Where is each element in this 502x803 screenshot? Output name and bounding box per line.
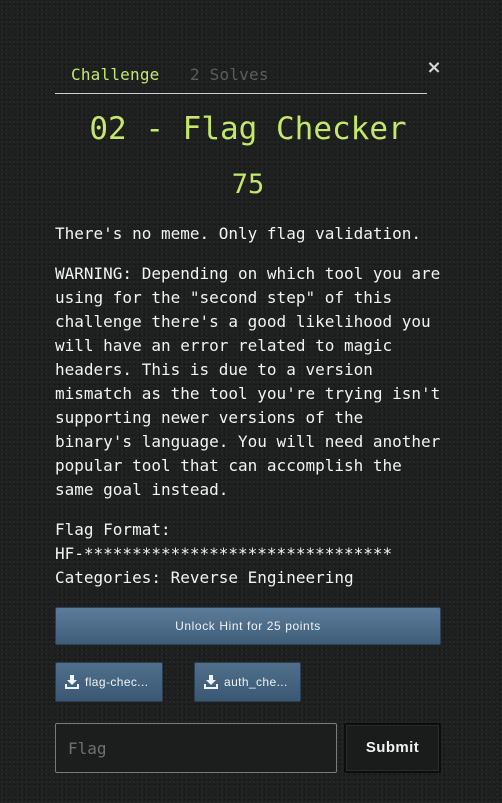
challenge-points: 75: [231, 169, 265, 200]
close-icon[interactable]: ×: [426, 58, 442, 78]
warning-line: binary's language. You will need another: [55, 432, 441, 451]
submit-button[interactable]: Submit: [344, 723, 441, 773]
flag-input[interactable]: [55, 723, 337, 773]
download-file-button-2[interactable]: auth_che...: [194, 662, 301, 702]
warning-line: same goal instead.: [55, 480, 229, 499]
warning-line: challenge there's a good likelihood you: [55, 312, 431, 331]
warning-line: headers. This is due to a version: [55, 360, 373, 379]
warning-text: WARNING: Depending on which tool you are…: [55, 262, 455, 502]
challenge-description: There's no meme. Only flag validation. W…: [55, 222, 455, 606]
challenge-tabs: Challenge 2 Solves: [55, 58, 427, 94]
warning-line: supporting newer versions of the: [55, 408, 364, 427]
tab-solves[interactable]: 2 Solves: [190, 66, 269, 84]
warning-line: WARNING: Depending on which tool you are: [55, 264, 441, 283]
description-text: There's no meme. Only flag validation.: [55, 224, 422, 243]
challenge-categories: Categories: Reverse Engineering: [55, 568, 354, 587]
flag-format-value: HF-********************************: [55, 544, 393, 563]
unlock-hint-button[interactable]: Unlock Hint for 25 points: [55, 607, 441, 645]
challenge-meta: Flag Format: HF-************************…: [55, 518, 455, 590]
flag-format-label: Flag Format:: [55, 520, 171, 539]
tab-challenge[interactable]: Challenge: [71, 66, 160, 84]
download-file-button-1[interactable]: flag-chec...: [55, 662, 163, 702]
warning-line: mismatch as the tool you're trying isn't: [55, 384, 441, 403]
challenge-title: 02 - Flag Checker: [89, 111, 407, 147]
challenge-modal: Challenge 2 Solves × 02 - Flag Checker 7…: [55, 0, 442, 803]
warning-line: will have an error related to magic: [55, 336, 393, 355]
warning-line: using for the "second step" of this: [55, 288, 393, 307]
file-name-label: flag-chec...: [85, 675, 149, 689]
warning-line: popular tool that can accomplish the: [55, 456, 402, 475]
file-name-label: auth_che...: [224, 675, 288, 689]
download-icon: [65, 675, 79, 689]
download-icon: [204, 675, 218, 689]
